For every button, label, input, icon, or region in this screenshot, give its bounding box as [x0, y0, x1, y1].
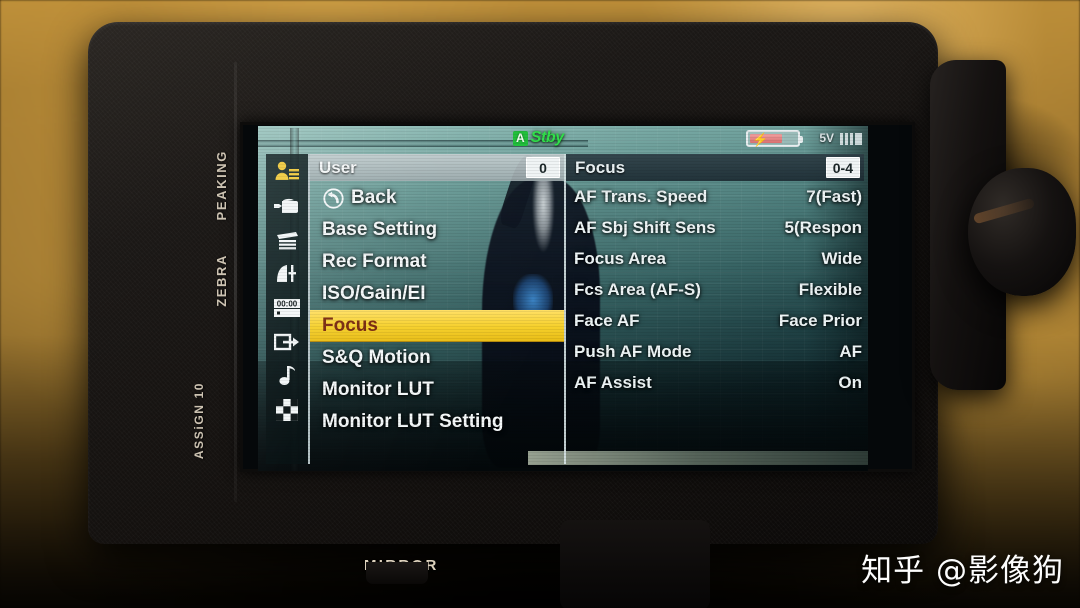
right-pane-header: Focus 0-4 [566, 154, 864, 181]
menu-item-list: Back Base Setting Rec Format ISO/Gain/EI… [310, 181, 564, 464]
standby-label: Stby [530, 129, 564, 146]
menu-item-focus[interactable]: Focus [310, 310, 564, 342]
menu-right-pane: Focus 0-4 AF Trans. Speed 7(Fast) AF Sbj… [566, 154, 864, 464]
right-pane-badge: 0-4 [825, 157, 860, 178]
housing-foot-left [366, 562, 428, 584]
menu-item-label: Monitor LUT Setting [322, 411, 504, 432]
svg-text:00:00: 00:00 [277, 299, 298, 308]
monitor-mount-knob[interactable] [968, 168, 1076, 296]
battery-voltage: 5V [819, 131, 834, 145]
recording-status: A Stby [513, 129, 564, 147]
housing-groove [234, 62, 237, 502]
menu-left-pane: User 0 Back Base Setting Rec Format ISO/… [310, 154, 566, 464]
setting-label: AF Assist [574, 372, 652, 392]
timecode-icon[interactable]: 00:00 [272, 295, 302, 320]
menu-item-base-setting[interactable]: Base Setting [310, 214, 564, 246]
setting-value: 7(Fast) [806, 186, 862, 206]
menu-item-label: ISO/Gain/EI [322, 283, 426, 304]
menu-item-monitor-lut[interactable]: Monitor LUT [310, 374, 564, 406]
slot-a-badge: A [513, 130, 528, 146]
button-label-zebra[interactable]: ZEBRA [214, 254, 229, 307]
menu-category-rail[interactable]: 00:00 [266, 154, 310, 464]
output-icon[interactable] [272, 329, 302, 354]
menu-item-sq-motion[interactable]: S&Q Motion [310, 342, 564, 374]
setting-row-focus-area[interactable]: Focus Area Wide [566, 243, 864, 274]
user-icon[interactable] [272, 159, 302, 184]
setting-row-face-af[interactable]: Face AF Face Prior [566, 305, 864, 336]
lcd-screen: A Stby ⚡ 5V 00:00 User 0 Back Base Setti… [258, 126, 868, 471]
menu-item-label: Back [351, 187, 397, 208]
setting-row-push-af-mode[interactable]: Push AF Mode AF [566, 336, 864, 367]
battery-icon: ⚡ [746, 130, 803, 147]
setting-label: Face AF [574, 310, 640, 330]
menu-item-label: S&Q Motion [322, 347, 431, 368]
right-pane-title: Focus [575, 157, 626, 177]
menu-item-label: Focus [322, 315, 378, 336]
setting-label: Push AF Mode [574, 341, 692, 361]
menu-panes: User 0 Back Base Setting Rec Format ISO/… [310, 154, 864, 464]
button-label-assign-10[interactable]: ASSiGN 10 [192, 382, 206, 459]
camera-menu: 00:00 User 0 Back Base Setting Rec Forma… [266, 154, 864, 464]
menu-item-rec-format[interactable]: Rec Format [310, 246, 564, 278]
setting-row-fcs-area-af-s[interactable]: Fcs Area (AF-S) Flexible [566, 274, 864, 305]
menu-item-label: Base Setting [322, 219, 438, 240]
setting-value: Face Prior [778, 310, 862, 330]
setting-value: AF [839, 341, 862, 361]
setting-label: Fcs Area (AF-S) [574, 279, 701, 299]
setting-label: AF Trans. Speed [574, 186, 708, 206]
back-arrow-icon [322, 187, 344, 209]
left-pane-header: User 0 [310, 154, 564, 181]
setting-row-af-assist[interactable]: AF Assist On [566, 367, 864, 398]
left-pane-badge: 0 [526, 157, 560, 178]
slate-icon[interactable] [272, 227, 302, 252]
paint-curve-icon[interactable] [272, 261, 302, 286]
battery-bolt-glyph: ⚡ [752, 132, 769, 147]
checkerboard-icon[interactable] [272, 397, 302, 422]
menu-item-back[interactable]: Back [310, 182, 564, 214]
left-pane-title: User [319, 157, 357, 177]
menu-item-monitor-lut-setting[interactable]: Monitor LUT Setting [310, 406, 564, 438]
status-bar: A Stby ⚡ 5V [258, 126, 868, 152]
menu-item-iso-gain-ei[interactable]: ISO/Gain/EI [310, 278, 564, 310]
camera-icon[interactable] [272, 193, 302, 218]
button-label-peaking[interactable]: PEAKING [214, 150, 229, 220]
setting-value: Flexible [798, 279, 862, 299]
setting-row-af-sbj-shift-sens[interactable]: AF Sbj Shift Sens 5(Respon [566, 212, 864, 243]
setting-label: Focus Area [574, 248, 666, 268]
setting-value: 5(Respon [784, 217, 862, 237]
media-remaining-icon [840, 133, 862, 145]
setting-label: AF Sbj Shift Sens [574, 217, 716, 237]
audio-note-icon[interactable] [272, 363, 302, 388]
setting-row-af-trans-speed[interactable]: AF Trans. Speed 7(Fast) [566, 181, 864, 212]
tripod-post [560, 520, 710, 608]
watermark: 知乎 @影像狗 [861, 553, 1064, 589]
setting-value: On [838, 372, 862, 392]
menu-item-label: Monitor LUT [322, 379, 434, 400]
menu-item-label: Rec Format [322, 251, 427, 272]
setting-value: Wide [821, 248, 862, 268]
